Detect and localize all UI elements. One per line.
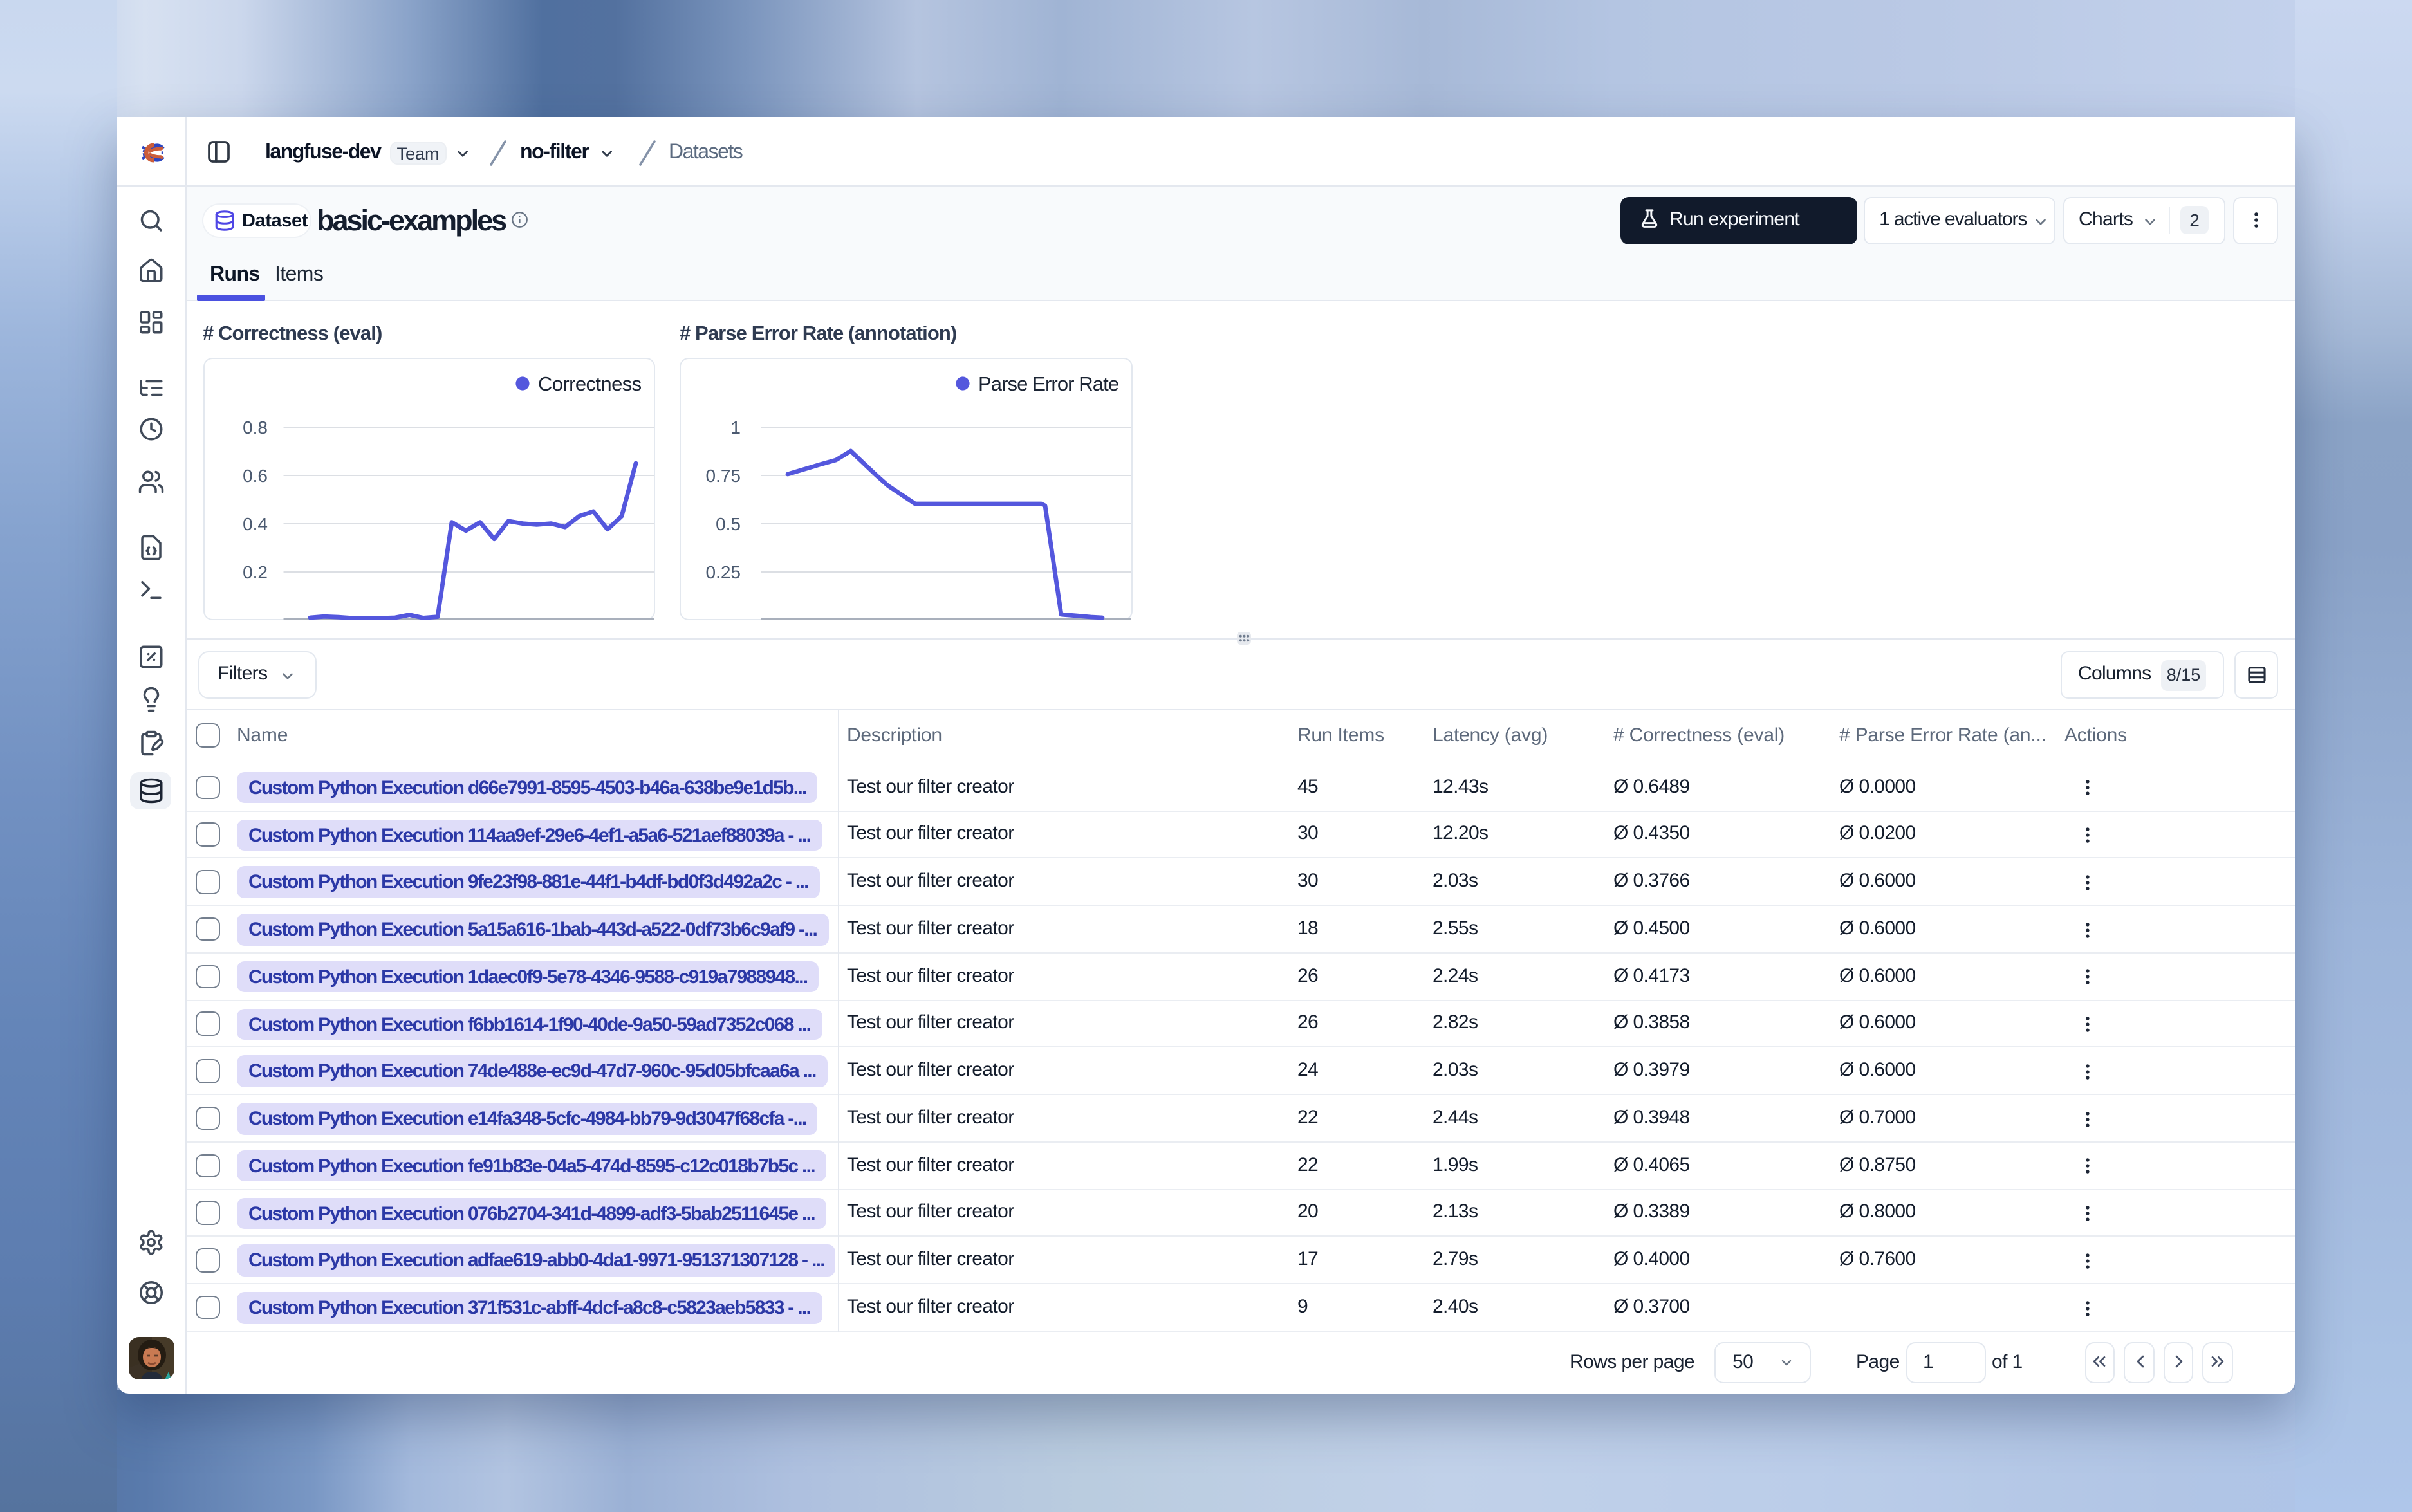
svg-text:0.4: 0.4 xyxy=(242,513,267,533)
svg-text:0.75: 0.75 xyxy=(705,465,741,485)
svg-text:1: 1 xyxy=(730,417,740,437)
svg-text:0.5: 0.5 xyxy=(715,513,740,533)
svg-text:0.8: 0.8 xyxy=(242,417,267,437)
svg-text:0.2: 0.2 xyxy=(242,562,267,582)
svg-text:0.25: 0.25 xyxy=(705,562,741,582)
svg-text:Correctness: Correctness xyxy=(537,372,641,394)
svg-text:Parse Error Rate: Parse Error Rate xyxy=(978,372,1118,394)
svg-text:0.6: 0.6 xyxy=(242,465,267,485)
